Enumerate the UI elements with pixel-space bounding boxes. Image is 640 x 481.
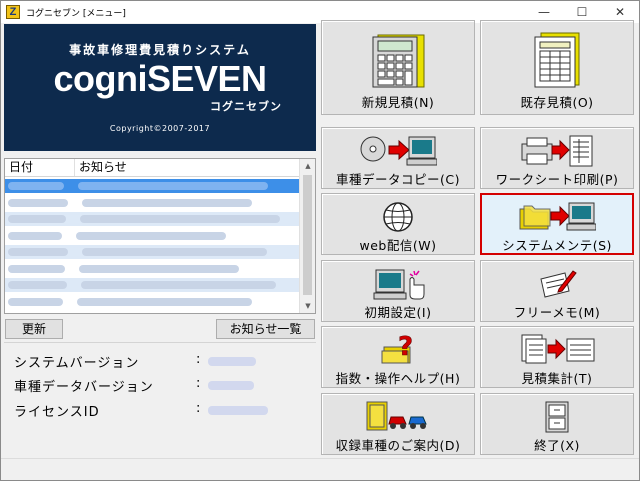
folder-to-computer-icon: [518, 201, 597, 236]
product-logo: cogniSEVEN: [53, 58, 267, 99]
window-title: コグニセブン [メニュー]: [26, 8, 126, 19]
app-icon: Z: [6, 5, 20, 19]
scroll-up-arrow-icon[interactable]: ▲: [300, 159, 315, 173]
svg-text:?: ?: [398, 333, 413, 362]
news-scrollbar[interactable]: ▲ ▼: [299, 159, 315, 313]
news-row[interactable]: [5, 229, 301, 243]
computer-click-icon: [370, 267, 426, 304]
news-message-cell: [82, 198, 252, 207]
vehicle-data-copy-label: 車種データコピー(C): [336, 172, 460, 187]
app-window: Z コグニセブン [メニュー] — ☐ ✕ 事故車修理費見積りシステム cogn…: [0, 0, 640, 481]
column-header-date[interactable]: 日付: [5, 159, 75, 176]
news-date-cell: [8, 215, 66, 223]
worksheet-print-button[interactable]: ワークシート印刷(P): [480, 127, 634, 189]
existing-estimate-label: 既存見積(O): [520, 95, 594, 110]
system-version-value: [208, 357, 256, 366]
existing-estimate-button[interactable]: 既存見積(O): [480, 20, 634, 115]
system-maintenance-label: システムメンテ(S): [502, 238, 612, 253]
news-list[interactable]: 日付 お知らせ ▲ ▼: [4, 158, 316, 314]
web-delivery-label: web配信(W): [359, 238, 437, 253]
printer-to-sheet-icon: [518, 134, 596, 171]
info-row-system-version: システムバージョン :: [14, 352, 256, 371]
index-help-button[interactable]: ? 指数・操作ヘルプ(H): [321, 326, 475, 388]
question-book-icon: ?: [378, 332, 418, 368]
news-row[interactable]: [5, 245, 301, 259]
scroll-thumb[interactable]: [303, 175, 312, 295]
notice-list-button[interactable]: お知らせ一覧: [216, 319, 315, 339]
web-delivery-button[interactable]: web配信(W): [321, 193, 475, 255]
version-info-panel: システムバージョン : 車種データバージョン : ライセンスID :: [4, 342, 316, 453]
info-row-license-id: ライセンスID :: [14, 401, 268, 420]
news-message-cell: [80, 215, 280, 223]
vehicle-guide-label: 収録車種のご案内(D): [335, 438, 461, 453]
info-row-vehicle-data-version: 車種データバージョン :: [14, 376, 254, 395]
news-row[interactable]: [5, 278, 301, 292]
estimate-summary-label: 見積集計(T): [521, 371, 593, 386]
news-message-cell: [76, 231, 226, 240]
product-banner: 事故車修理費見積りシステム cogniSEVEN コグニセブン Copyrigh…: [4, 24, 316, 151]
news-message-cell: [78, 182, 268, 190]
vehicle-data-version-value: [208, 381, 254, 390]
new-estimate-button[interactable]: 新規見積(N): [321, 20, 475, 115]
news-date-cell: [8, 264, 65, 273]
estimate-summary-button[interactable]: 見積集計(T): [480, 326, 634, 388]
scroll-down-arrow-icon[interactable]: ▼: [300, 299, 315, 313]
worksheet-print-label: ワークシート印刷(P): [495, 172, 619, 187]
refresh-button[interactable]: 更新: [5, 319, 63, 339]
news-row[interactable]: [5, 179, 301, 193]
news-row[interactable]: [5, 212, 301, 226]
news-message-cell: [77, 297, 252, 306]
globe-icon: [380, 200, 416, 237]
news-message-cell: [79, 264, 239, 273]
news-date-cell: [8, 198, 68, 207]
book-and-cars-icon: [363, 400, 433, 437]
news-row[interactable]: [5, 196, 301, 210]
calculator-icon: [370, 31, 426, 92]
cabinet-icon: [542, 400, 572, 437]
exit-label: 終了(X): [534, 438, 580, 453]
news-list-header: 日付 お知らせ: [5, 159, 301, 177]
news-row[interactable]: [5, 262, 301, 276]
disc-to-computer-icon: [359, 134, 438, 171]
column-header-notice[interactable]: お知らせ: [75, 159, 301, 176]
vehicle-guide-button[interactable]: 収録車種のご案内(D): [321, 393, 475, 455]
news-message-cell: [81, 281, 276, 289]
news-message-cell: [82, 248, 267, 256]
news-date-cell: [8, 231, 62, 240]
license-id-label: ライセンスID: [14, 405, 100, 420]
free-memo-label: フリーメモ(M): [513, 305, 601, 320]
documents-to-sheet-icon: [518, 333, 596, 368]
spreadsheet-document-icon: [531, 31, 583, 92]
news-date-cell: [8, 281, 67, 289]
vehicle-data-version-label: 車種データバージョン: [14, 380, 154, 395]
product-logo-kana: コグニセブン: [210, 100, 282, 113]
memo-pencil-icon: [537, 267, 577, 302]
exit-button[interactable]: 終了(X): [480, 393, 634, 455]
free-memo-button[interactable]: フリーメモ(M): [480, 260, 634, 322]
banner-tagline: 事故車修理費見積りシステム: [69, 43, 251, 57]
news-row[interactable]: [5, 295, 301, 309]
news-date-cell: [8, 297, 63, 306]
copyright-text: Copyright©2007-2017: [109, 124, 211, 133]
news-date-cell: [8, 182, 64, 190]
index-help-label: 指数・操作ヘルプ(H): [335, 371, 461, 386]
status-bar: [1, 458, 639, 480]
initial-settings-button[interactable]: 初期設定(I): [321, 260, 475, 322]
license-id-value: [208, 406, 268, 415]
system-maintenance-button[interactable]: システムメンテ(S): [480, 193, 634, 255]
news-date-cell: [8, 248, 68, 256]
initial-settings-label: 初期設定(I): [364, 305, 432, 320]
vehicle-data-copy-button[interactable]: 車種データコピー(C): [321, 127, 475, 189]
system-version-label: システムバージョン: [14, 356, 140, 371]
new-estimate-label: 新規見積(N): [361, 95, 435, 110]
